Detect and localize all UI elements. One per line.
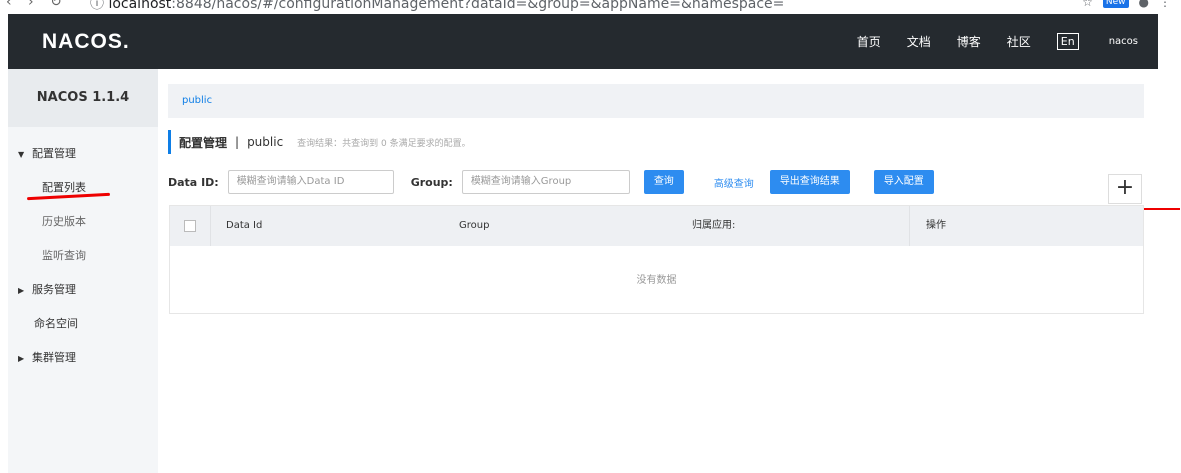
page-title-row: 配置管理 | public 查询结果：共查询到 0 条满足要求的配置。 <box>168 130 1144 154</box>
group-label: Group: <box>410 175 453 189</box>
column-dataid[interactable]: Data Id <box>226 206 262 246</box>
language-switch[interactable]: En <box>1056 33 1079 50</box>
nacos-logo[interactable]: NACOS. <box>42 30 130 54</box>
namespace-label: public <box>247 135 284 149</box>
column-actions: 操作 <box>926 220 946 231</box>
title-separator: | <box>235 135 240 149</box>
caret-right-icon: ▶ <box>18 354 25 363</box>
top-navigation-bar: NACOS. 首页 文档 博客 社区 En nacos <box>8 14 1158 69</box>
group-input[interactable]: 模糊查询请输入Group <box>461 170 630 194</box>
table-header: Data Id Group 归属应用: 操作 <box>170 206 1143 246</box>
address-bar[interactable]: ⓘ localhost:8848/nacos/#/configurationMa… <box>90 0 784 13</box>
page-title: 配置管理 <box>179 135 228 150</box>
url-path: :8848/nacos/#/configurationManagement?da… <box>171 0 785 12</box>
sidebar-group-service[interactable]: ▶ 服务管理 <box>8 273 158 307</box>
top-nav-links: 首页 文档 博客 社区 En nacos <box>831 14 1138 69</box>
dataid-input[interactable]: 模糊查询请输入Data ID <box>227 170 394 194</box>
new-badge[interactable]: New <box>1102 0 1129 8</box>
config-table: Data Id Group 归属应用: 操作 没有数据 <box>169 205 1144 314</box>
sidebar-group-cluster[interactable]: ▶ 集群管理 <box>8 341 158 375</box>
sidebar-group-label: 集群管理 <box>32 351 76 364</box>
sidebar: NACOS 1.1.4 ▼ 配置管理 配置列表 历史版本 监听查询 ▶ 服务管理 命… <box>8 69 158 473</box>
profile-icon[interactable]: ● <box>1139 0 1149 9</box>
browser-actions: ☆ New ● ⋮ <box>1082 0 1171 9</box>
sidebar-title: NACOS 1.1.4 <box>8 69 158 127</box>
user-name[interactable]: nacos <box>1109 36 1138 47</box>
menu-icon[interactable]: ⋮ <box>1159 0 1171 9</box>
browser-toolbar: ‹ › ↻ ⓘ localhost:8848/nacos/#/configura… <box>0 0 1181 14</box>
breadcrumb[interactable]: public <box>168 84 1144 118</box>
sidebar-item-history[interactable]: 历史版本 <box>8 205 158 239</box>
nav-blog[interactable]: 博客 <box>957 33 981 50</box>
nav-home[interactable]: 首页 <box>857 33 881 50</box>
table-empty-message: 没有数据 <box>636 275 677 286</box>
column-group[interactable]: Group <box>459 206 489 246</box>
query-button[interactable]: 查询 <box>643 170 684 194</box>
main-content: public 配置管理 | public 查询结果：共查询到 0 条满足要求的配… <box>168 84 1144 314</box>
sidebar-item-listener[interactable]: 监听查询 <box>8 239 158 273</box>
caret-down-icon: ▼ <box>18 150 25 159</box>
url-host: localhost <box>108 0 172 12</box>
select-all-checkbox[interactable] <box>184 220 196 232</box>
nav-docs[interactable]: 文档 <box>907 33 931 50</box>
caret-right-icon: ▶ <box>18 286 25 295</box>
advanced-query-link[interactable]: 高级查询 <box>714 175 754 190</box>
sidebar-item-namespace[interactable]: 命名空间 <box>8 307 158 341</box>
query-result-text: 查询结果：共查询到 0 条满足要求的配置。 <box>297 138 471 149</box>
sidebar-group-label: 服务管理 <box>32 283 76 296</box>
column-divider <box>210 206 211 246</box>
add-config-button[interactable]: + <box>1108 174 1142 204</box>
sidebar-group-config[interactable]: ▼ 配置管理 <box>8 137 158 171</box>
dataid-label: Data ID: <box>168 175 219 189</box>
export-button[interactable]: 导出查询结果 <box>769 170 850 194</box>
filter-row: Data ID: 模糊查询请输入Data ID Group: 模糊查询请输入Gr… <box>168 169 1144 195</box>
star-icon[interactable]: ☆ <box>1082 0 1093 9</box>
column-divider <box>909 206 910 246</box>
browser-nav-buttons[interactable]: ‹ › ↻ <box>6 0 68 10</box>
nav-community[interactable]: 社区 <box>1007 33 1031 50</box>
sidebar-group-label: 配置管理 <box>32 147 76 160</box>
column-app[interactable]: 归属应用: <box>692 206 735 246</box>
import-button[interactable]: 导入配置 <box>873 170 934 194</box>
